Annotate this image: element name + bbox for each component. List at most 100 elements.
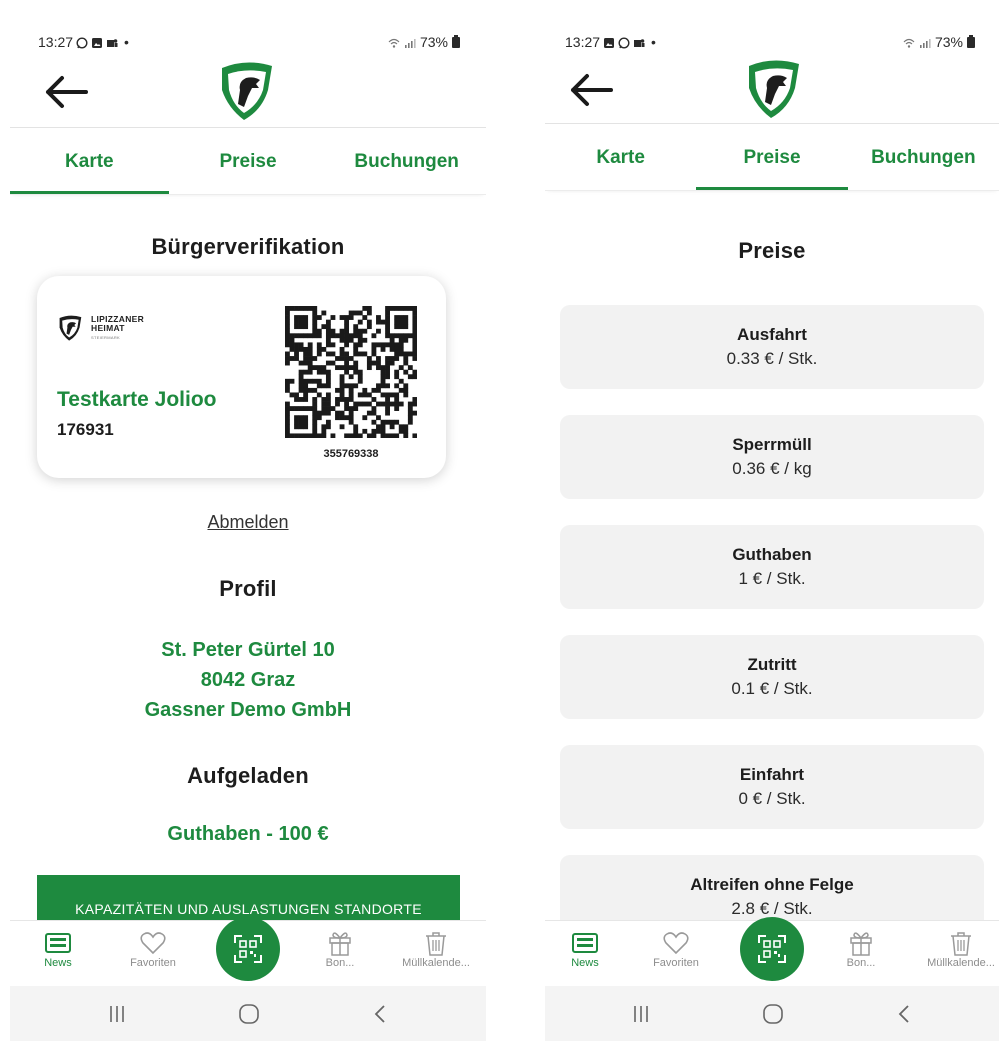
qr-module xyxy=(312,333,318,339)
logout-link[interactable]: Abmelden xyxy=(10,512,486,533)
qr-module xyxy=(312,306,318,311)
price-item[interactable]: Guthaben 1 € / Stk. xyxy=(560,525,984,609)
nav-bonus[interactable]: Bon... xyxy=(300,929,380,969)
qr-module xyxy=(371,410,377,416)
price-item[interactable]: Sperrmüll 0.36 € / kg xyxy=(560,415,984,499)
tab-karte[interactable]: Karte xyxy=(545,125,696,190)
nav-bonus[interactable]: Bon... xyxy=(821,929,901,969)
qr-module xyxy=(366,310,372,316)
qr-module xyxy=(353,383,359,389)
tab-preise[interactable]: Preise xyxy=(696,125,848,190)
price-item-name: Guthaben xyxy=(732,545,812,564)
qr-module xyxy=(312,419,318,425)
page-title: Preise xyxy=(738,238,806,263)
qr-module xyxy=(357,369,363,375)
gallery-icon xyxy=(603,36,615,48)
qr-module xyxy=(398,337,404,343)
citizen-card[interactable]: LIPIZZANER HEIMAT STEIERMARK Testkarte J… xyxy=(37,276,446,478)
back-button[interactable] xyxy=(565,68,615,112)
qr-module xyxy=(285,378,290,384)
qr-module xyxy=(307,346,313,352)
qr-module xyxy=(412,346,418,352)
qr-module xyxy=(394,324,400,330)
system-back-button[interactable] xyxy=(361,1002,401,1026)
qr-module xyxy=(339,410,345,416)
qr-module xyxy=(394,397,400,402)
qr-module xyxy=(353,351,359,357)
nav-favorites[interactable]: Favoriten xyxy=(113,929,193,969)
qr-module xyxy=(307,333,313,339)
qr-module xyxy=(325,319,331,325)
qr-module xyxy=(348,387,354,393)
qr-module xyxy=(285,356,290,361)
scan-button[interactable] xyxy=(216,917,280,981)
qr-module xyxy=(285,328,290,334)
qr-module xyxy=(398,333,404,339)
qr-module xyxy=(303,433,309,439)
price-item[interactable]: Zutritt 0.1 € / Stk. xyxy=(560,635,984,719)
nav-favorites[interactable]: Favoriten xyxy=(636,929,716,969)
qr-module xyxy=(385,410,390,416)
tab-buchungen[interactable]: Buchungen xyxy=(327,129,486,194)
qr-module xyxy=(289,406,295,411)
recent-apps-button[interactable] xyxy=(621,1002,661,1026)
battery-icon xyxy=(967,34,975,48)
qr-module xyxy=(307,378,313,384)
qr-module xyxy=(298,360,304,366)
system-back-button[interactable] xyxy=(885,1002,925,1026)
qr-module xyxy=(362,392,368,398)
qr-module xyxy=(285,351,290,357)
qr-module xyxy=(407,415,413,421)
qr-module xyxy=(312,315,318,320)
back-button[interactable] xyxy=(40,70,90,114)
qr-module xyxy=(344,324,350,330)
prices-screen: 13:27 • 73% Karte Preise Buchungen Preis… xyxy=(545,0,999,1041)
home-button[interactable] xyxy=(753,1002,793,1026)
qr-module xyxy=(330,351,336,357)
qr-module xyxy=(385,369,390,375)
qr-module xyxy=(294,351,299,357)
nav-news[interactable]: News xyxy=(18,929,98,969)
tab-buchungen[interactable]: Buchungen xyxy=(848,125,999,190)
qr-module xyxy=(385,401,390,407)
qr-module xyxy=(376,387,381,393)
price-item[interactable]: Ausfahrt 0.33 € / Stk. xyxy=(560,305,984,389)
price-item-name: Ausfahrt xyxy=(737,325,807,344)
nav-waste-calendar[interactable]: Müllkalende... xyxy=(921,929,999,969)
qr-module xyxy=(394,306,400,311)
qr-module xyxy=(298,387,304,393)
qr-module xyxy=(362,428,368,434)
qr-module xyxy=(321,369,327,375)
qr-module xyxy=(321,424,327,430)
tab-preise[interactable]: Preise xyxy=(169,129,328,194)
price-item-value: 2.8 € / Stk. xyxy=(731,899,813,918)
qr-module xyxy=(412,333,418,339)
qr-module xyxy=(298,406,304,411)
qr-module xyxy=(294,406,299,411)
qr-module xyxy=(357,351,363,357)
qr-module xyxy=(285,315,290,320)
qr-module xyxy=(353,342,359,348)
wifi-icon xyxy=(903,36,915,48)
qr-module xyxy=(407,306,413,311)
qr-module xyxy=(357,342,363,348)
scan-button[interactable] xyxy=(740,917,804,981)
home-icon xyxy=(239,1004,259,1024)
tab-karte[interactable]: Karte xyxy=(10,129,169,194)
qr-module xyxy=(389,342,395,348)
nav-waste-calendar[interactable]: Müllkalende... xyxy=(396,929,476,969)
nav-news[interactable]: News xyxy=(545,929,625,969)
qr-module xyxy=(294,306,299,311)
qr-module xyxy=(380,319,386,325)
qr-module xyxy=(321,365,327,371)
qr-module xyxy=(380,365,386,371)
home-button[interactable] xyxy=(229,1002,269,1026)
qr-module xyxy=(385,433,390,439)
qr-module xyxy=(385,360,390,366)
horse-logo-icon xyxy=(59,315,82,341)
recent-apps-button[interactable] xyxy=(97,1002,137,1026)
price-item[interactable]: Einfahrt 0 € / Stk. xyxy=(560,745,984,829)
qr-module xyxy=(316,333,322,339)
qr-module xyxy=(412,324,418,330)
qr-module xyxy=(344,342,350,348)
